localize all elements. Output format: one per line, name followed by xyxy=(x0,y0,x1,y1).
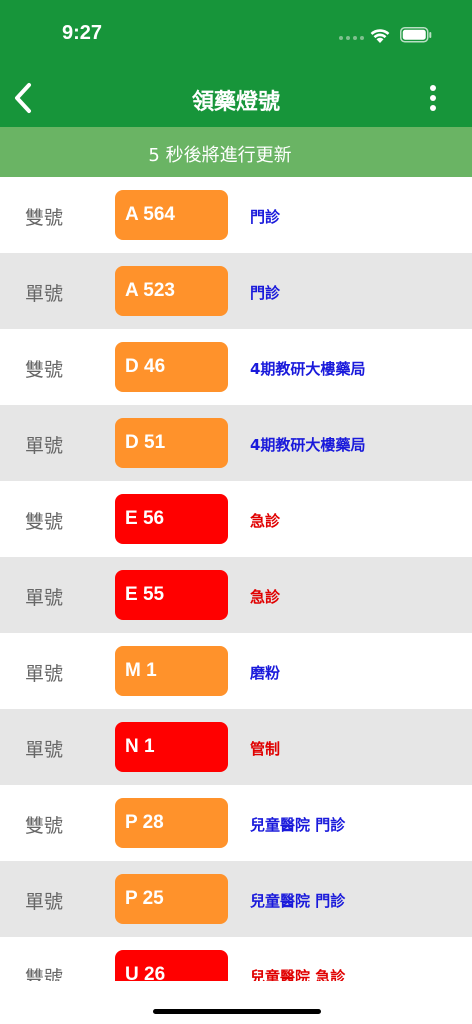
location-label: 管制 xyxy=(250,740,281,758)
location-label: 兒童醫院 急診 xyxy=(250,968,346,981)
list-item: 單號 A 523 門診 xyxy=(0,253,472,329)
more-menu-button[interactable] xyxy=(420,80,446,116)
list-item: 雙號 U 26 兒童醫院 急診 xyxy=(0,937,472,981)
number-badge: D 51 xyxy=(115,418,228,468)
page-title: 領藥燈號 xyxy=(191,90,280,115)
number-type-label: 單號 xyxy=(25,891,64,913)
number-type-label: 單號 xyxy=(25,435,64,457)
status-time: 9:27 xyxy=(62,22,103,44)
number-badge: N 1 xyxy=(115,722,228,772)
number-type-label: 雙號 xyxy=(25,207,64,229)
wifi-icon xyxy=(370,29,390,43)
back-button[interactable] xyxy=(6,78,40,118)
home-indicator[interactable] xyxy=(153,1009,321,1014)
location-label: 兒童醫院 門診 xyxy=(250,816,346,834)
list-item: 單號 D 51 4期教研大樓藥局 xyxy=(0,405,472,481)
number-type-label: 雙號 xyxy=(25,815,64,837)
number-badge: E 55 xyxy=(115,570,228,620)
number-type-label: 單號 xyxy=(25,283,64,305)
number-type-label: 雙號 xyxy=(25,511,64,533)
number-type-label: 雙號 xyxy=(25,359,64,381)
number-badge: A 523 xyxy=(115,266,228,316)
number-type-label: 單號 xyxy=(25,587,64,609)
location-label: 門診 xyxy=(250,284,281,302)
list-item: 單號 P 25 兒童醫院 門診 xyxy=(0,861,472,937)
list-item: 單號 M 1 磨粉 xyxy=(0,633,472,709)
pharmacy-number-list[interactable]: 雙號 A 564 門診 單號 A 523 門診 雙號 D 46 4期教研大樓藥局… xyxy=(0,177,472,981)
chevron-left-icon xyxy=(15,83,31,113)
list-item: 單號 E 55 急診 xyxy=(0,557,472,633)
list-item: 單號 N 1 管制 xyxy=(0,709,472,785)
more-vertical-icon xyxy=(430,85,436,91)
number-badge: E 56 xyxy=(115,494,228,544)
number-badge: P 25 xyxy=(115,874,228,924)
battery-icon xyxy=(400,27,432,43)
location-label: 4期教研大樓藥局 xyxy=(250,360,366,378)
location-label: 兒童醫院 門診 xyxy=(250,892,346,910)
number-type-label: 雙號 xyxy=(25,967,64,981)
location-label: 門診 xyxy=(250,208,281,226)
number-badge: U 26 xyxy=(115,950,228,981)
app-header: 9:27 領藥燈號 xyxy=(0,0,472,127)
list-item: 雙號 E 56 急診 xyxy=(0,481,472,557)
number-type-label: 單號 xyxy=(25,739,64,761)
location-label: 急診 xyxy=(250,588,281,606)
number-badge: D 46 xyxy=(115,342,228,392)
refresh-countdown-text: 5 秒後將進行更新 xyxy=(148,145,292,166)
list-item: 雙號 P 28 兒童醫院 門診 xyxy=(0,785,472,861)
location-label: 急診 xyxy=(250,512,281,530)
list-item: 雙號 D 46 4期教研大樓藥局 xyxy=(0,329,472,405)
number-type-label: 單號 xyxy=(25,663,64,685)
location-label: 磨粉 xyxy=(250,664,281,682)
number-badge: A 564 xyxy=(115,190,228,240)
location-label: 4期教研大樓藥局 xyxy=(250,436,366,454)
number-badge: M 1 xyxy=(115,646,228,696)
cellular-signal-icon xyxy=(339,36,364,40)
refresh-banner: 5 秒後將進行更新 xyxy=(0,127,472,177)
number-badge: P 28 xyxy=(115,798,228,848)
list-item: 雙號 A 564 門診 xyxy=(0,177,472,253)
